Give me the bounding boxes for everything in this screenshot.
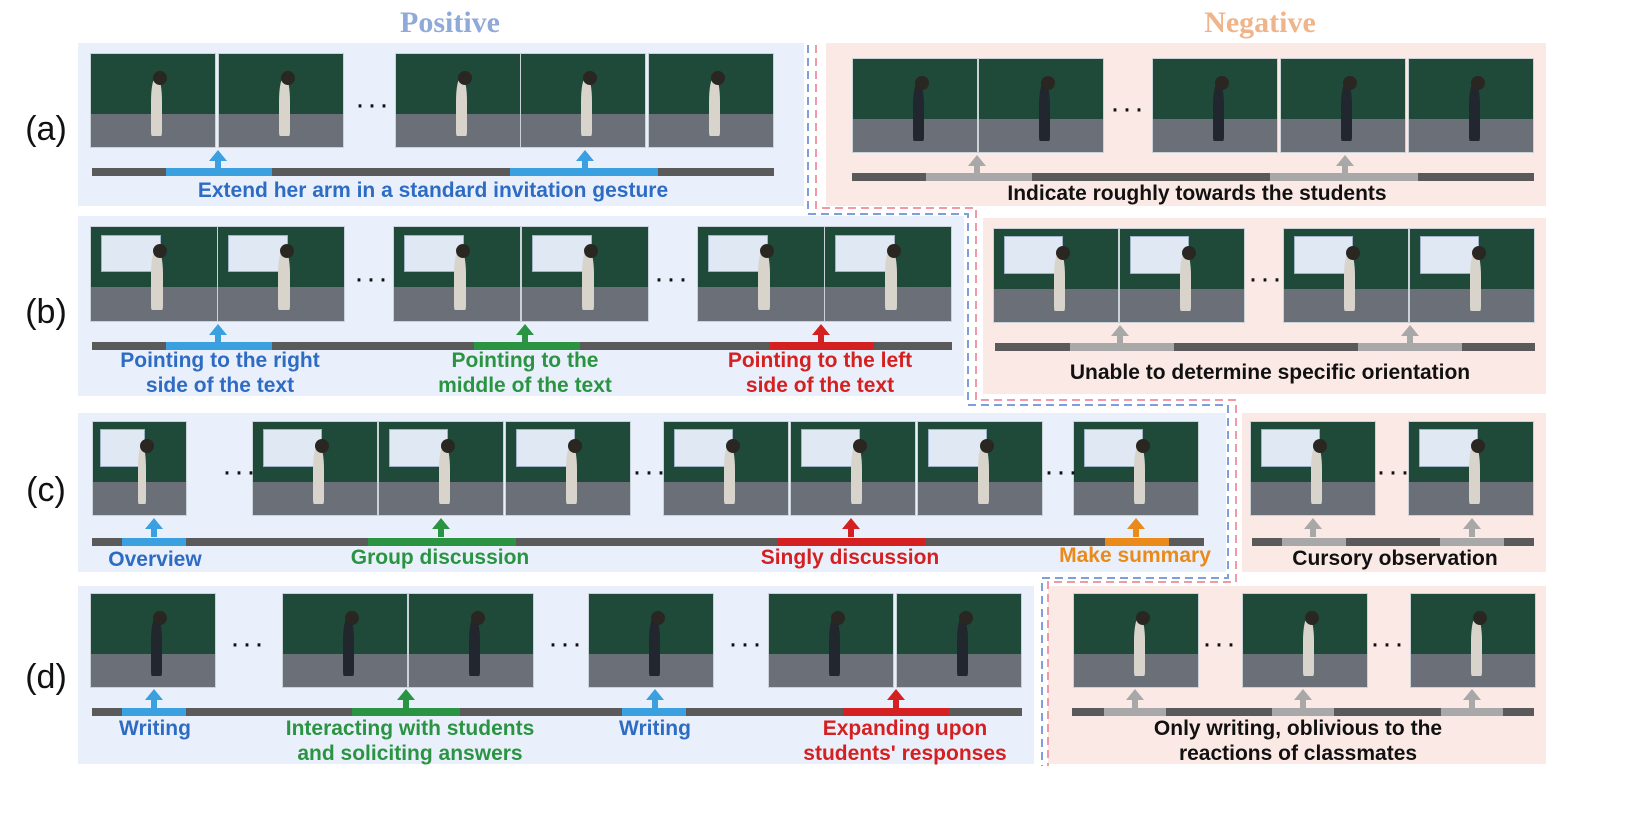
positive-boundary-line [807,45,1229,766]
positive-negative-dashed-separators [807,45,1237,766]
